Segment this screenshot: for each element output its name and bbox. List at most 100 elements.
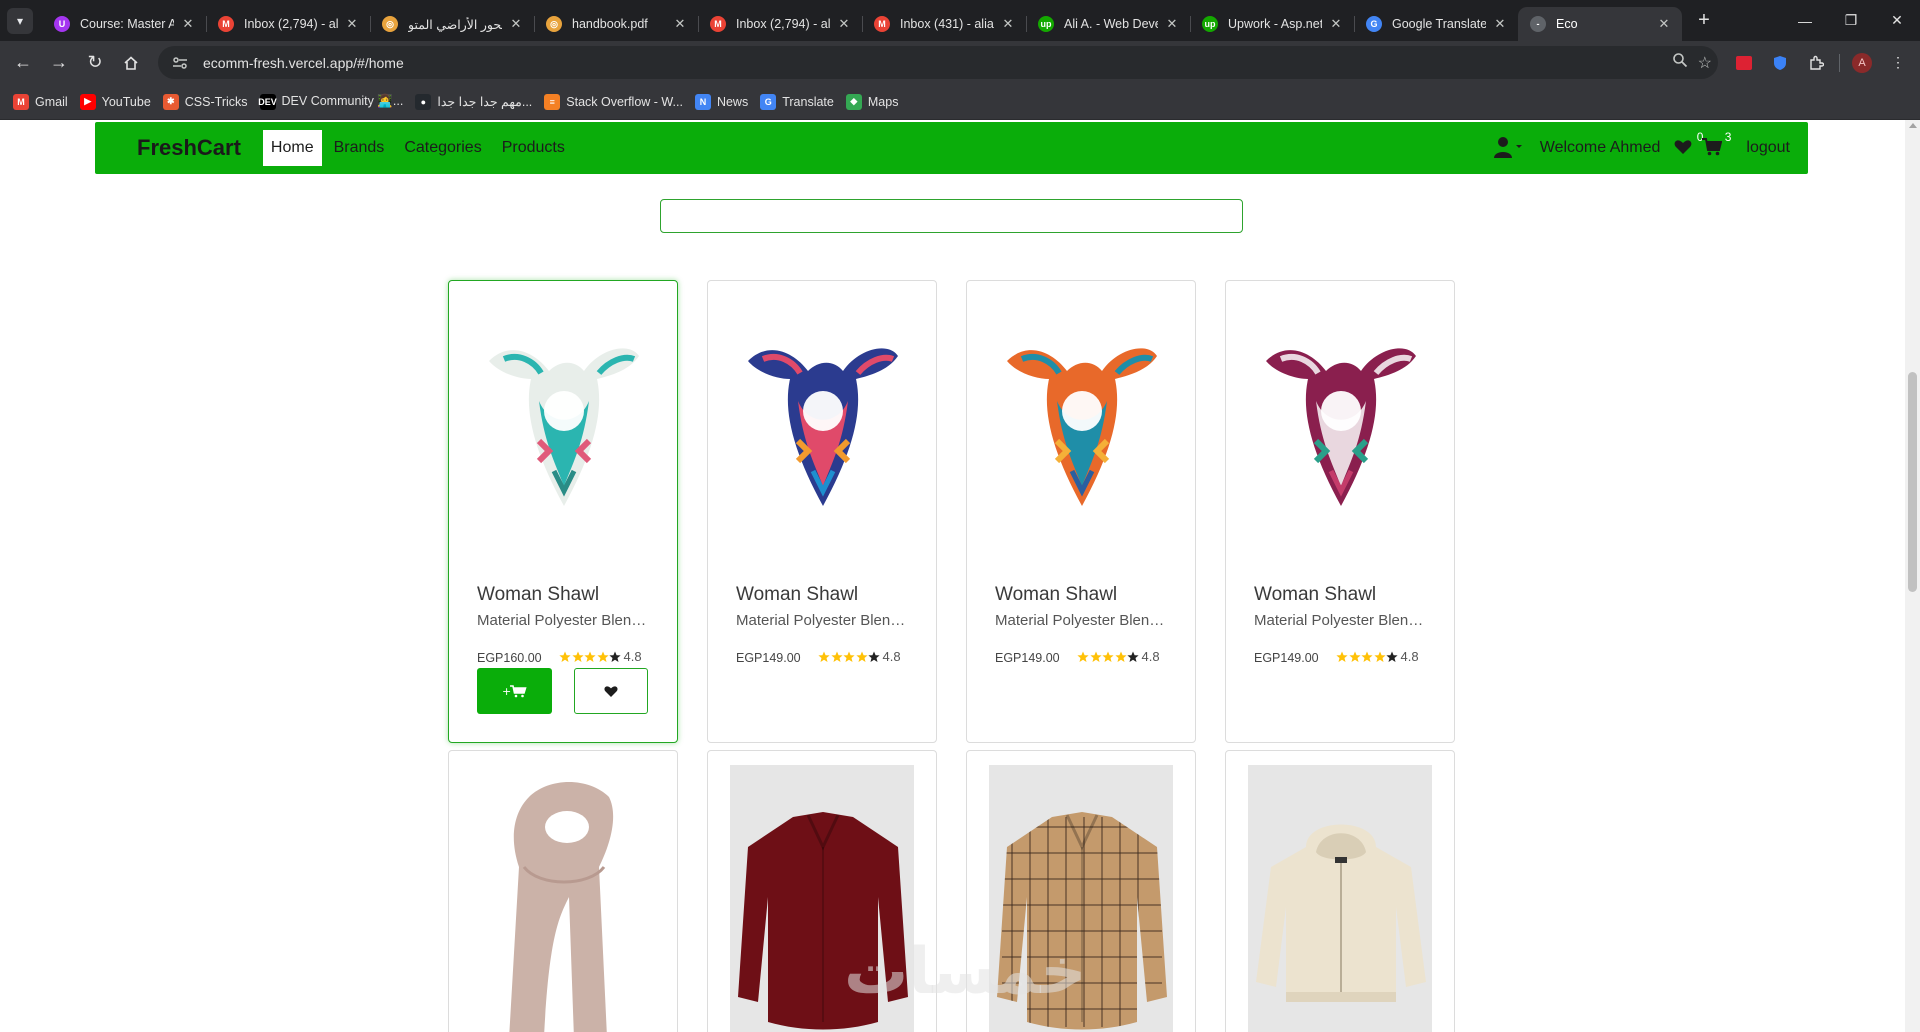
extension-red-icon[interactable] xyxy=(1726,45,1762,81)
rating-stars-icon xyxy=(818,651,881,663)
bookmark-icon: G xyxy=(760,93,777,110)
bookmark-item[interactable]: N News xyxy=(692,88,757,116)
tab-close-icon[interactable]: ✕ xyxy=(1328,16,1344,32)
extensions-puzzle-icon[interactable] xyxy=(1798,45,1834,81)
bookmark-label: News xyxy=(716,94,749,109)
tab-close-icon[interactable]: ✕ xyxy=(1656,16,1672,32)
browser-tab[interactable]: G Google Translate ✕ xyxy=(1354,7,1518,41)
product-image[interactable] xyxy=(1226,291,1454,551)
product-image[interactable] xyxy=(449,291,677,551)
page-scrollbar[interactable] xyxy=(1905,120,1920,1032)
nav-link-home[interactable]: Home xyxy=(262,130,322,166)
site-info-icon[interactable] xyxy=(170,53,190,73)
bookmark-label: Maps xyxy=(867,94,899,109)
browser-tab[interactable]: up Upwork - Asp.net ✕ xyxy=(1190,7,1354,41)
nav-link-categories[interactable]: Categories xyxy=(396,131,489,165)
zoom-icon[interactable] xyxy=(1672,52,1688,73)
tab-close-icon[interactable]: ✕ xyxy=(1492,16,1508,32)
new-tab-button[interactable]: + xyxy=(1690,7,1718,35)
nav-link-products[interactable]: Products xyxy=(494,131,573,165)
tab-close-icon[interactable]: ✕ xyxy=(508,16,524,32)
search-input[interactable] xyxy=(660,199,1243,233)
rating-value: 4.8 xyxy=(882,649,901,664)
restore-icon[interactable]: ❐ xyxy=(1828,0,1874,41)
nav-link-brands[interactable]: Brands xyxy=(326,131,393,165)
bookmark-icon: ● xyxy=(415,93,432,110)
rating-value: 4.8 xyxy=(1141,649,1160,664)
gmail-icon: M xyxy=(710,16,726,32)
add-to-wishlist-button[interactable] xyxy=(574,668,648,714)
tab-title: Google Translate xyxy=(1392,17,1486,31)
bookmark-item[interactable]: ✱ CSS-Tricks xyxy=(160,88,257,116)
home-icon[interactable] xyxy=(114,46,148,80)
product-image[interactable] xyxy=(708,291,936,551)
tab-title: Ali A. - Web Devel xyxy=(1064,17,1158,31)
svg-text:+: + xyxy=(502,685,511,698)
browser-tab[interactable]: U Course: Master AS ✕ xyxy=(42,7,206,41)
product-rating: 4.8 xyxy=(818,649,901,664)
product-card[interactable] xyxy=(1225,750,1455,1032)
tab-title: Course: Master AS xyxy=(80,17,174,31)
browser-tab[interactable]: - Eco ✕ xyxy=(1518,7,1682,41)
product-card[interactable] xyxy=(448,750,678,1032)
browser-tab[interactable]: M Inbox (2,794) - ali ✕ xyxy=(206,7,370,41)
tab-close-icon[interactable]: ✕ xyxy=(1164,16,1180,32)
scroll-up-arrow-icon[interactable] xyxy=(1909,123,1917,128)
bookmark-item[interactable]: M Gmail xyxy=(10,88,77,116)
close-window-icon[interactable]: ✕ xyxy=(1874,0,1920,41)
tab-search-icon[interactable]: ▾ xyxy=(7,7,33,34)
tab-close-icon[interactable]: ✕ xyxy=(836,16,852,32)
tab-title: handbook.pdf xyxy=(572,17,648,31)
tab-close-icon[interactable]: ✕ xyxy=(180,16,196,32)
logout-link[interactable]: logout xyxy=(1746,139,1790,157)
product-image[interactable] xyxy=(1226,769,1454,1032)
product-title: Woman Shawl xyxy=(995,584,1118,605)
product-description: Material Polyester Blend Colour Multi xyxy=(995,612,1171,629)
wishlist-heart-icon[interactable]: 0 xyxy=(1674,130,1703,158)
bookmark-item[interactable]: G Translate xyxy=(757,88,843,116)
browser-tab[interactable]: up Ali A. - Web Devel ✕ xyxy=(1026,7,1190,41)
bookmark-item[interactable]: ◆ Maps xyxy=(843,88,908,116)
reload-icon[interactable]: ↻ xyxy=(78,46,112,80)
cart-icon[interactable]: 3 xyxy=(1702,130,1731,158)
bookmark-label: مهم جدا جدا جدا... xyxy=(437,95,533,109)
browser-tab[interactable]: M Inbox (2,794) - ali ✕ xyxy=(698,7,862,41)
browser-tab[interactable]: ◎ handbook.pdf ✕ xyxy=(534,7,698,41)
bookmark-item[interactable]: ▶ YouTube xyxy=(77,88,160,116)
bookmark-item[interactable]: ● مهم جدا جدا جدا... xyxy=(412,88,541,116)
product-price: EGP160.00 xyxy=(477,651,542,665)
back-icon[interactable]: ← xyxy=(6,46,40,80)
browser-tab[interactable]: ◎ محور الأراضي المتو ✕ xyxy=(370,7,534,41)
user-dropdown-icon[interactable] xyxy=(1493,135,1522,161)
product-card[interactable]: Woman Shawl Material Polyester Blend Colo… xyxy=(448,280,678,743)
product-card[interactable]: Woman Shawl Material Polyester Blend Colo… xyxy=(966,280,1196,743)
extension-shield-icon[interactable] xyxy=(1762,45,1798,81)
profile-avatar[interactable]: A xyxy=(1844,45,1880,81)
product-card[interactable]: Woman Shawl Material Polyester Blend Colo… xyxy=(1225,280,1455,743)
product-price: EGP149.00 xyxy=(1254,651,1319,665)
bookmark-label: Gmail xyxy=(35,94,68,109)
bookmark-item[interactable]: ≡ Stack Overflow - W... xyxy=(541,88,692,116)
browser-tab-strip: ▾ U Course: Master AS ✕ M Inbox (2,794) - al… xyxy=(0,0,1920,41)
bookmark-icon: ≡ xyxy=(544,93,561,110)
bookmark-label: Translate xyxy=(782,94,834,109)
bookmark-icon: ▶ xyxy=(79,93,96,110)
tab-title: Inbox (431) - aliali xyxy=(900,17,994,31)
tab-close-icon[interactable]: ✕ xyxy=(1000,16,1016,32)
bookmark-item[interactable]: DEV DEV Community 👩‍💻... xyxy=(257,88,413,116)
forward-icon[interactable]: → xyxy=(42,46,76,80)
brand-logo[interactable]: FreshCart xyxy=(137,135,241,161)
product-card[interactable]: Woman Shawl Material Polyester Blend Colo… xyxy=(707,280,937,743)
minimize-icon[interactable]: — xyxy=(1782,0,1828,41)
menu-kebab-icon[interactable]: ⋮ xyxy=(1880,45,1916,81)
product-image[interactable] xyxy=(449,769,677,1032)
bookmark-star-icon[interactable]: ☆ xyxy=(1698,53,1712,73)
add-to-cart-button[interactable]: + xyxy=(477,668,552,714)
browser-tab[interactable]: M Inbox (431) - aliali ✕ xyxy=(862,7,1026,41)
address-bar[interactable]: ecomm-fresh.vercel.app/#/home ☆ xyxy=(158,46,1718,79)
scrollbar-thumb[interactable] xyxy=(1908,372,1917,592)
product-image[interactable] xyxy=(967,291,1195,551)
profile-letter: A xyxy=(1852,52,1872,73)
tab-close-icon[interactable]: ✕ xyxy=(672,16,688,32)
tab-close-icon[interactable]: ✕ xyxy=(344,16,360,32)
